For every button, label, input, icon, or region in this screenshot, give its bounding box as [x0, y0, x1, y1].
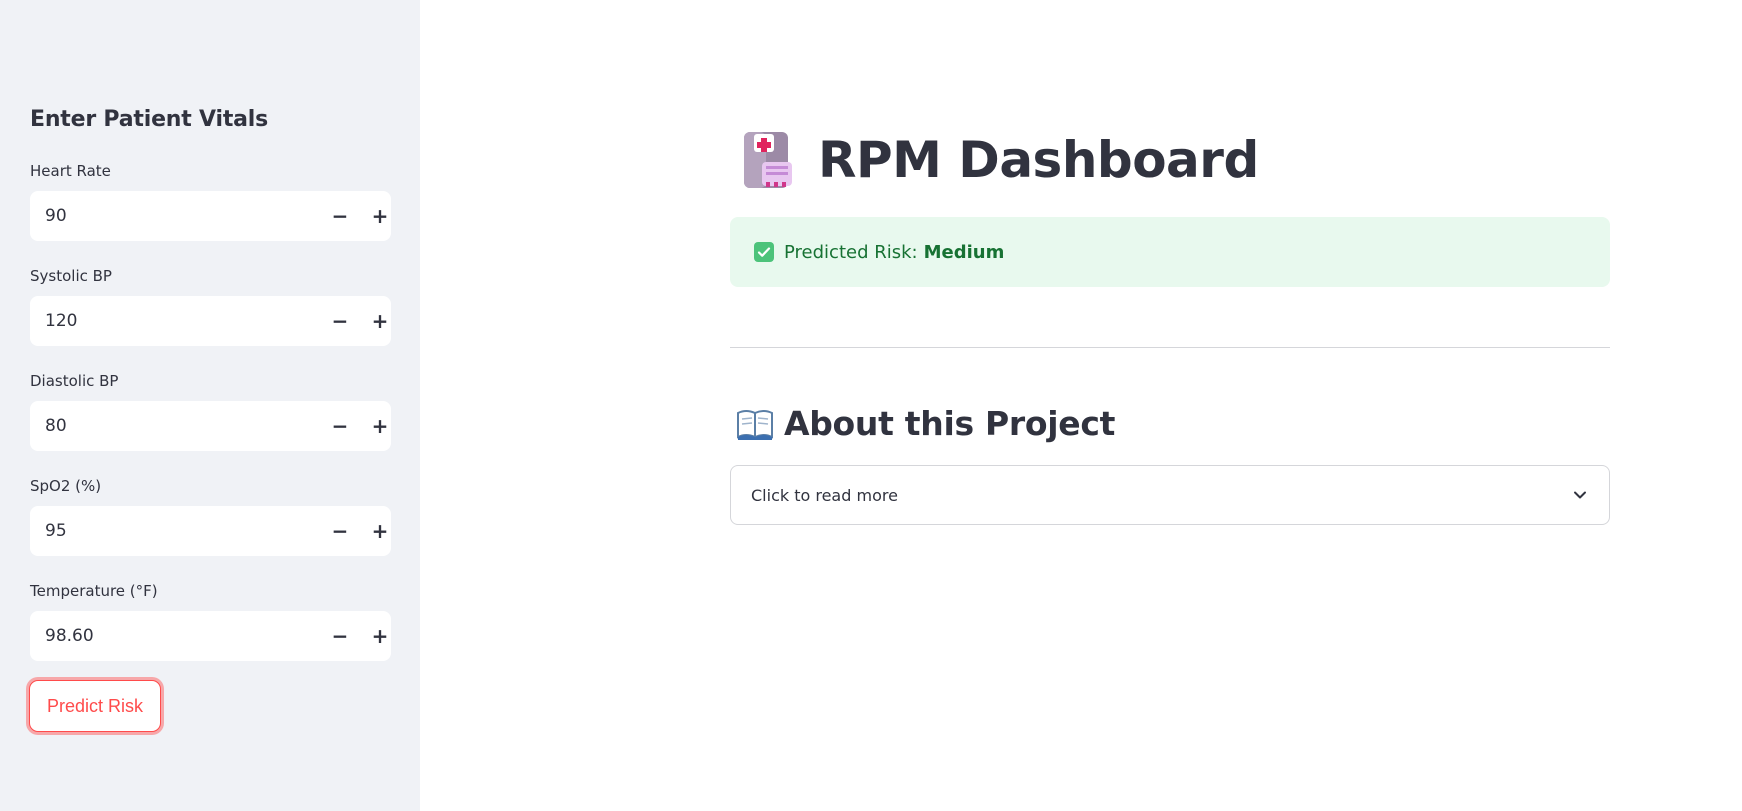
- expander-label: Click to read more: [751, 485, 898, 505]
- systolic-bp-label: Systolic BP: [30, 267, 112, 285]
- diastolic-bp-decrement-button[interactable]: −: [320, 401, 360, 451]
- spo2-decrement-button[interactable]: −: [320, 506, 360, 556]
- about-section-header: About this Project: [736, 404, 1115, 443]
- hospital-icon: [744, 132, 792, 188]
- heart-rate-increment-button[interactable]: +: [360, 191, 400, 241]
- temperature-increment-button[interactable]: +: [360, 611, 400, 661]
- spo2-label: SpO2 (%): [30, 477, 102, 495]
- risk-value: Medium: [923, 241, 1005, 263]
- diastolic-bp-input[interactable]: 80 − +: [30, 401, 391, 451]
- predict-risk-button[interactable]: Predict Risk: [29, 680, 161, 732]
- spo2-input[interactable]: 95 − +: [30, 506, 391, 556]
- spo2-value[interactable]: 95: [45, 506, 67, 556]
- heart-rate-decrement-button[interactable]: −: [320, 191, 360, 241]
- spo2-increment-button[interactable]: +: [360, 506, 400, 556]
- check-icon: [754, 242, 774, 262]
- diastolic-bp-label: Diastolic BP: [30, 372, 119, 390]
- heart-rate-label: Heart Rate: [30, 162, 111, 180]
- systolic-bp-input[interactable]: 120 − +: [30, 296, 391, 346]
- temperature-decrement-button[interactable]: −: [320, 611, 360, 661]
- read-more-expander[interactable]: Click to read more: [730, 465, 1610, 525]
- temperature-label: Temperature (°F): [30, 582, 158, 600]
- open-book-icon: [737, 409, 773, 440]
- systolic-bp-decrement-button[interactable]: −: [320, 296, 360, 346]
- systolic-bp-increment-button[interactable]: +: [360, 296, 400, 346]
- temperature-input[interactable]: 98.60 − +: [30, 611, 391, 661]
- temperature-value[interactable]: 98.60: [45, 611, 94, 661]
- heart-rate-value[interactable]: 90: [45, 191, 67, 241]
- diastolic-bp-increment-button[interactable]: +: [360, 401, 400, 451]
- section-title: About this Project: [784, 404, 1116, 443]
- page-title: RPM Dashboard: [818, 131, 1259, 189]
- heart-rate-input[interactable]: 90 − +: [30, 191, 391, 241]
- chevron-down-icon[interactable]: [1571, 486, 1589, 504]
- app: Enter Patient Vitals Heart Rate 90 − + S…: [0, 0, 1742, 811]
- diastolic-bp-value[interactable]: 80: [45, 401, 67, 451]
- systolic-bp-value[interactable]: 120: [45, 296, 77, 346]
- risk-label: Predicted Risk:: [784, 241, 918, 263]
- divider: [730, 347, 1610, 348]
- risk-alert: Predicted Risk: Medium: [730, 217, 1610, 287]
- page-header: RPM Dashboard: [742, 130, 1259, 190]
- sidebar: Enter Patient Vitals Heart Rate 90 − + S…: [0, 0, 420, 811]
- sidebar-title: Enter Patient Vitals: [30, 107, 269, 132]
